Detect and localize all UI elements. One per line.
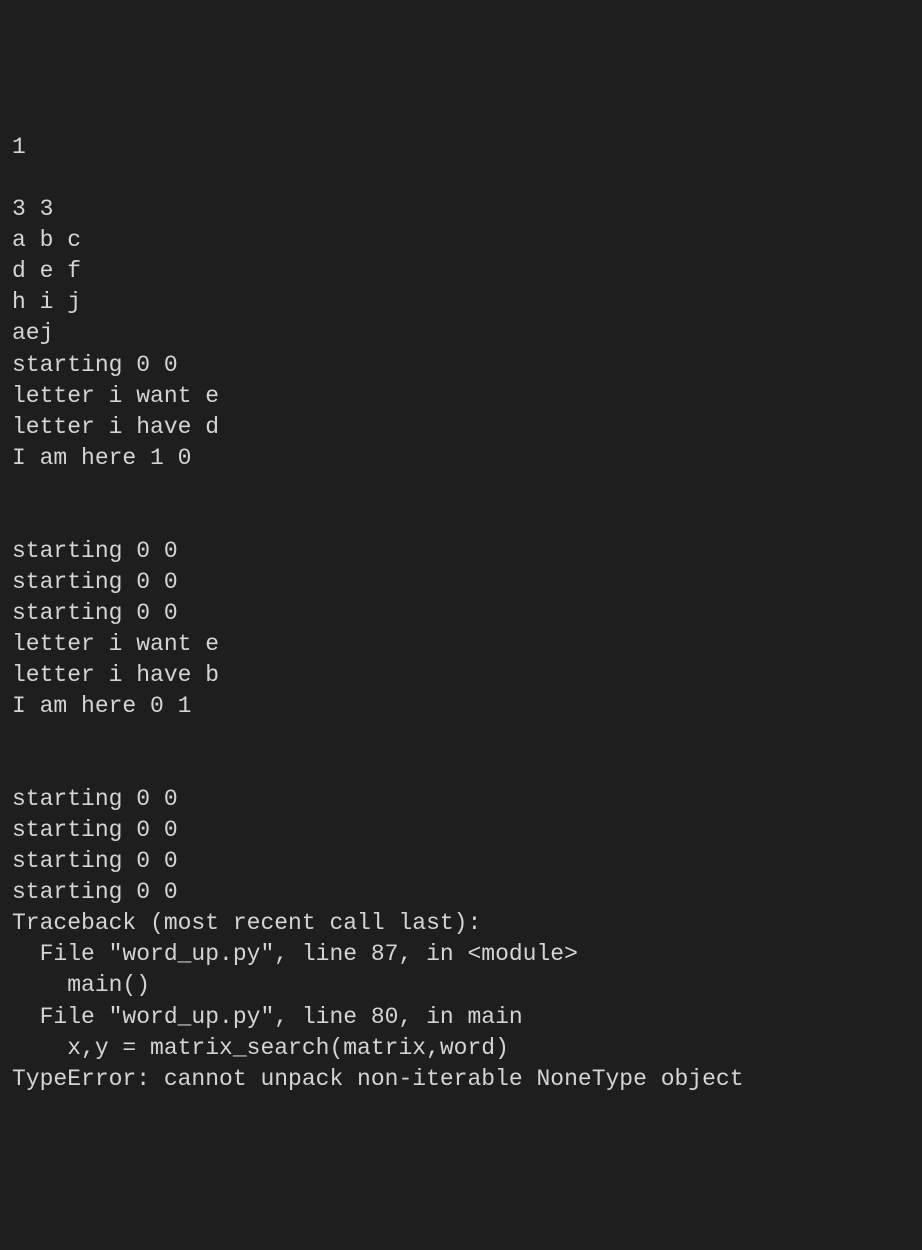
terminal-line [12, 753, 910, 784]
terminal-line: starting 0 0 [12, 536, 910, 567]
terminal-line: Traceback (most recent call last): [12, 908, 910, 939]
terminal-line: starting 0 0 [12, 598, 910, 629]
terminal-line: TypeError: cannot unpack non-iterable No… [12, 1064, 910, 1095]
terminal-line: starting 0 0 [12, 784, 910, 815]
terminal-line [12, 722, 910, 753]
terminal-line [12, 505, 910, 536]
terminal-output[interactable]: 1 3 3a b cd e fh i jaejstarting 0 0lette… [12, 132, 910, 1094]
terminal-line: starting 0 0 [12, 846, 910, 877]
terminal-line: aej [12, 318, 910, 349]
terminal-line: h i j [12, 287, 910, 318]
terminal-line: d e f [12, 256, 910, 287]
terminal-line: letter i want e [12, 629, 910, 660]
terminal-line: File "word_up.py", line 80, in main [12, 1002, 910, 1033]
terminal-line: 3 3 [12, 194, 910, 225]
terminal-line: starting 0 0 [12, 350, 910, 381]
terminal-line: I am here 1 0 [12, 443, 910, 474]
terminal-line: main() [12, 970, 910, 1001]
terminal-line [12, 474, 910, 505]
terminal-line: letter i want e [12, 381, 910, 412]
terminal-line: a b c [12, 225, 910, 256]
terminal-line [12, 163, 910, 194]
terminal-line: starting 0 0 [12, 567, 910, 598]
terminal-line: I am here 0 1 [12, 691, 910, 722]
terminal-line: starting 0 0 [12, 877, 910, 908]
terminal-line: File "word_up.py", line 87, in <module> [12, 939, 910, 970]
terminal-line: 1 [12, 132, 910, 163]
terminal-line: x,y = matrix_search(matrix,word) [12, 1033, 910, 1064]
terminal-line: letter i have d [12, 412, 910, 443]
terminal-line: letter i have b [12, 660, 910, 691]
terminal-line: starting 0 0 [12, 815, 910, 846]
